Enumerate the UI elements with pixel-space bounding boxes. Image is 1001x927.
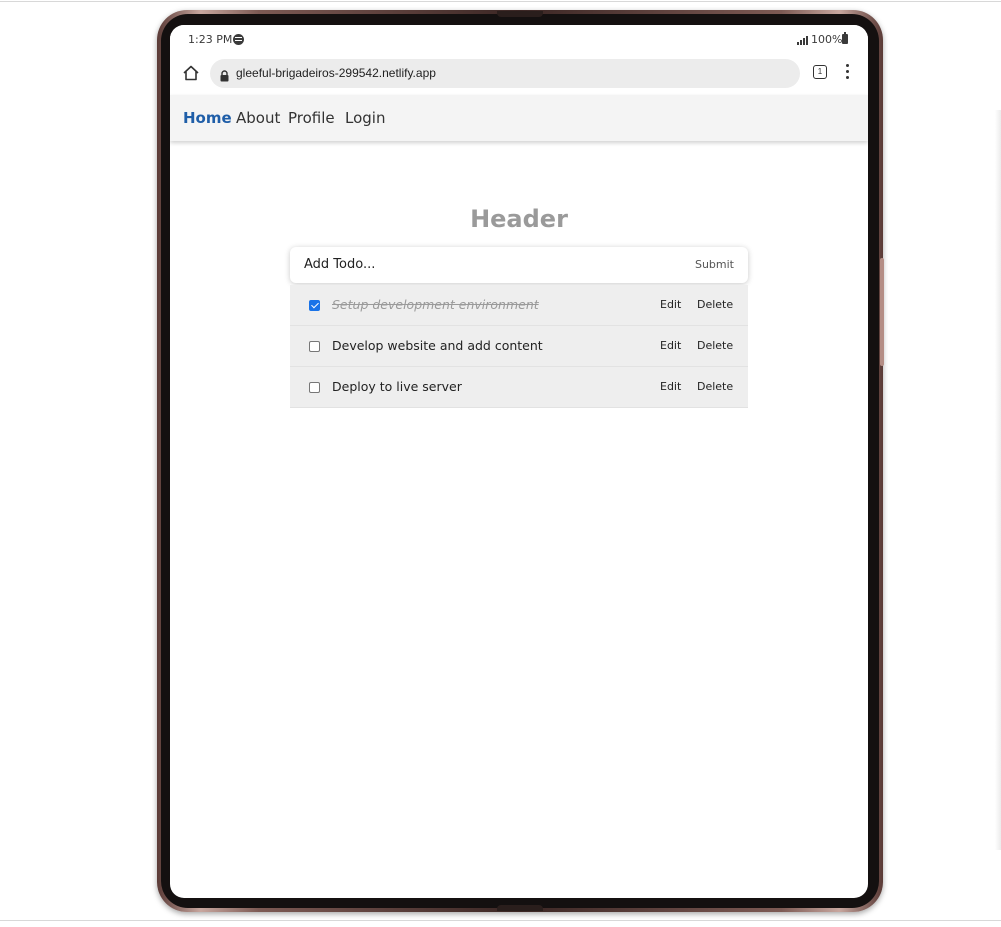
todo-checkbox[interactable]: [309, 341, 320, 352]
todo-list: Setup development environment Edit Delet…: [290, 285, 748, 408]
device-hinge-top: [497, 11, 543, 17]
todo-text: Develop website and add content: [332, 338, 543, 353]
edit-button[interactable]: Edit: [660, 339, 681, 352]
todo-text: Deploy to live server: [332, 379, 462, 394]
todo-item: Deploy to live server Edit Delete: [290, 367, 748, 408]
add-todo-input[interactable]: Add Todo...: [304, 257, 375, 272]
lock-icon: [220, 67, 229, 82]
battery-percentage: 100%: [811, 33, 843, 46]
todo-item: Develop website and add content Edit Del…: [290, 326, 748, 367]
signal-icon: [797, 35, 809, 45]
device-side-button: [880, 258, 884, 366]
edit-button[interactable]: Edit: [660, 298, 681, 311]
tabs-icon[interactable]: 1: [813, 65, 827, 79]
todo-checkbox[interactable]: [309, 300, 320, 311]
page-bottom-border: [0, 920, 1001, 921]
nav-link-profile[interactable]: Profile: [288, 109, 335, 127]
menu-icon[interactable]: [846, 64, 850, 80]
url-text: gleeful-brigadeiros-299542.netlify.app: [236, 66, 436, 80]
add-todo-form: Add Todo... Submit: [290, 247, 748, 283]
page-top-border: [0, 1, 1001, 2]
nav-link-home[interactable]: Home: [183, 109, 232, 127]
app-navbar: Home About Profile Login: [170, 95, 868, 141]
delete-button[interactable]: Delete: [697, 380, 733, 393]
address-bar[interactable]: gleeful-brigadeiros-299542.netlify.app: [210, 59, 800, 88]
nav-link-login[interactable]: Login: [345, 109, 385, 127]
todo-item: Setup development environment Edit Delet…: [290, 285, 748, 326]
status-time: 1:23 PM: [188, 33, 233, 46]
spotify-icon: [233, 34, 244, 45]
browser-toolbar: gleeful-brigadeiros-299542.netlify.app 1: [170, 53, 868, 95]
page-title: Header: [470, 205, 568, 233]
nav-link-about[interactable]: About: [236, 109, 280, 127]
status-bar: 1:23 PM 100%: [170, 25, 868, 53]
battery-icon: [842, 32, 848, 44]
device-hinge-bottom: [497, 905, 543, 911]
todo-text: Setup development environment: [332, 297, 539, 312]
delete-button[interactable]: Delete: [697, 339, 733, 352]
todo-checkbox[interactable]: [309, 382, 320, 393]
home-icon[interactable]: [182, 64, 200, 82]
device-screen: 1:23 PM 100% gleeful-brigadeiros-299542.: [170, 25, 868, 898]
edit-button[interactable]: Edit: [660, 380, 681, 393]
submit-button[interactable]: Submit: [695, 258, 734, 271]
adjacent-panel-edge: [995, 110, 1001, 850]
delete-button[interactable]: Delete: [697, 298, 733, 311]
